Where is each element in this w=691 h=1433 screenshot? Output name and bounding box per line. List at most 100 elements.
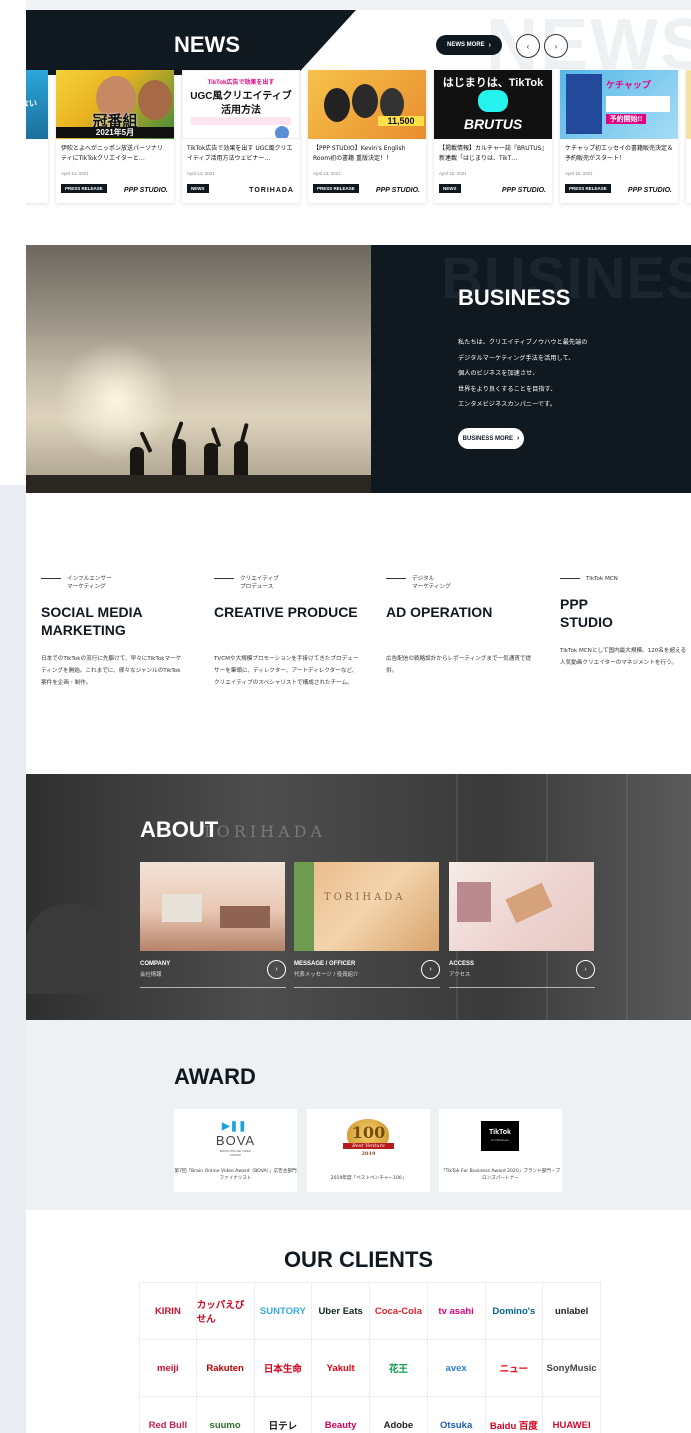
client-logo: 日本生命 [254,1340,313,1397]
chevron-left-icon: ‹ [526,41,530,51]
client-logo: Domino's [485,1283,544,1340]
news-more-button[interactable]: NEWS MORE › [436,35,502,55]
client-logo: Beauty [312,1397,370,1433]
client-logo: Yakult [312,1340,370,1397]
about-company-image[interactable] [140,862,285,951]
service-heading: CREATIVE PRODUCE [214,604,358,620]
about-title: ABOUT [140,817,219,842]
news-thumbnail: TikTok広告で効果を出す UGC風クリエイティブ 活用方法 [182,70,300,139]
play-icon: ▶❚❚ [222,1121,247,1132]
news-card-date: April 15, 2021 [439,171,467,176]
news-card[interactable] [686,70,691,203]
client-logo: 日テレ [255,1397,313,1433]
business-section: BUSINESS BUSINESS 私たちは、クリエイティブノウハウと最先端の … [26,245,691,493]
news-card-title: 【掲載情報】カルチャー誌『BRUTUS』新連載「はじまりは、TikT… [439,145,545,162]
service-description: 日本でのTikTokの流行に先駆けて、早々にTikTokマーケティングを開始。こ… [41,656,182,686]
news-card-tag: PRESS RELEASE [61,184,107,193]
client-logo-grid: KIRIN カッパえびせん SUNTORY Uber Eats Coca-Cola tv … [139,1282,601,1433]
client-logo: カッパえびせん [196,1283,255,1340]
business-more-button[interactable]: BUSINESS MORE › [458,428,524,449]
news-card-tag: NEWS [187,184,209,193]
news-section: NEWS NEWS NEWS MORE › ‹ › ない 2. 冠番組 2021… [26,10,691,220]
client-logo: unlabel [543,1283,601,1340]
news-card-title: TikTok広告で効果を出す UGC風クリエイティブ活用方法ウェビナー… [187,145,293,162]
about-access-image[interactable] [449,862,594,951]
client-logo: ニュー [485,1340,544,1397]
chevron-right-icon: › [576,960,595,979]
news-card-date: April 14, 2021 [187,171,215,176]
client-logo: SUNTORY [254,1283,313,1340]
service-heading: SOCIAL MEDIA MARKETING [41,604,143,638]
service-ad-operation[interactable]: デジタル マーケティング AD OPERATION 広告配信の戦略設計からレポーテ… [386,575,536,677]
news-prev-button[interactable]: ‹ [516,34,540,58]
service-heading: AD OPERATION [386,604,493,620]
client-logo: suumo [197,1397,255,1433]
service-creative-produce[interactable]: クリエイティブ プロデュース CREATIVE PRODUCE TVCMや大規模プ… [214,575,362,689]
service-ppp-studio[interactable]: TikTok MCN PPP STUDIO TikTok MCNとして国内最大規… [560,575,691,669]
client-logo: Otsuka [428,1397,486,1433]
news-card-title: ケチャップ初エッセイの書籍販売決定＆予約販売がスタート！ [565,145,673,162]
business-description: 私たちは、クリエイティブノウハウと最先端の デジタルマーケティング手法を活用して… [458,339,588,408]
news-card-title: 【PPP STUDIO】Kevin's English Room初の書籍 重版決… [313,145,406,162]
chevron-right-icon: › [554,41,558,51]
award-card-bova: ▶❚❚ BOVA BRAIN ONLINE VIDEO AWARD 第7回「Br… [174,1109,297,1192]
news-card-tag: PRESS RELEASE [565,184,611,193]
client-logo: Red Bull [139,1397,197,1433]
news-card-tag: PRESS RELEASE [313,184,359,193]
client-logo: Coca-Cola [370,1283,428,1340]
award-caption: 2019年度「ベストベンチャー100」 [330,1176,407,1181]
news-thumbnail: ない [26,70,48,139]
chevron-right-icon: › [267,960,286,979]
brand-logo: PPP STUDIO. [627,187,672,194]
brand-logo: PPP STUDIO. [375,187,420,194]
award-caption: 第7回「Brain Online Video Award（BOVA）」広告主部門… [174,1169,297,1181]
news-card[interactable]: ケチャップ 予約開始!! ケチャップ初エッセイの書籍販売決定＆予約販売がスタート… [560,70,678,203]
news-card[interactable]: ない 2. [26,70,48,203]
client-logo: tv asahi [427,1283,486,1340]
services-section: インフルエンサー マーケティング SOCIAL MEDIA MARKETING 日… [26,575,691,735]
page: NEWS NEWS NEWS MORE › ‹ › ない 2. 冠番組 2021… [26,10,691,1433]
award-section: AWARD ▶❚❚ BOVA BRAIN ONLINE VIDEO AWARD … [26,1020,691,1210]
about-message-image[interactable]: TORIHADA [294,862,439,951]
tiktok-logo: TikTok For Business [481,1121,519,1151]
about-access-link[interactable]: ACCESS アクセス › [449,960,595,988]
news-thumbnail [686,70,691,139]
news-thumbnail: 冠番組 2021年5月 [56,70,174,139]
news-card[interactable]: はじまりは、TikTok BRUTUS 【掲載情報】カルチャー誌『BRUTUS』… [434,70,552,203]
service-description: TikTok MCNとして国内最大規模。120名を超える人気動画クリエイターのマ… [560,648,687,666]
news-card-tag: NEWS [439,184,461,193]
chevron-right-icon: › [421,960,440,979]
service-description: 広告配信の戦略設計からレポーティングまで一気通貫で提供。 [386,656,532,674]
chevron-right-icon: › [488,41,491,49]
about-company-link[interactable]: COMPANY 会社情報 › [140,960,286,988]
brand-logo: TORIHADA [249,187,294,194]
news-more-label: NEWS MORE [446,42,485,48]
service-heading: PPP STUDIO [560,596,613,630]
clients-title: OUR CLIENTS [283,1247,434,1272]
bova-logo: BOVA [215,1133,256,1148]
news-thumbnail: 11,500 [308,70,426,139]
service-social-media-marketing[interactable]: インフルエンサー マーケティング SOCIAL MEDIA MARKETING 日… [41,575,183,689]
about-message-link[interactable]: MESSAGE / OFFICER 代表メッセージ / 役員紹介 › [294,960,440,988]
client-logo: Baidu 百度 [486,1397,544,1433]
news-card[interactable]: TikTok広告で効果を出す UGC風クリエイティブ 活用方法 TikTok広告… [182,70,300,203]
news-card[interactable]: 冠番組 2021年5月 伊吹とよへがニッポン放送パーソナリティにTikTokクリ… [56,70,174,203]
news-card[interactable]: 11,500 【PPP STUDIO】Kevin's English Room初… [308,70,426,203]
news-thumbnail: はじまりは、TikTok BRUTUS [434,70,552,139]
news-card-date: April 15, 2021 [565,171,593,176]
news-card-date: April 13, 2021 [313,171,341,176]
brand-logo: PPP STUDIO. [501,187,546,194]
client-logo: HUAWEI [543,1397,601,1433]
client-logo: SonyMusic [543,1340,601,1397]
business-more-label: BUSINESS MORE [462,435,513,442]
about-section: TORIHADA ABOUT TORIHADA COMPANY 会社情報 › M… [26,774,691,1020]
client-logo: Adobe [370,1397,428,1433]
news-carousel: ない 2. 冠番組 2021年5月 伊吹とよへがニッポン放送パーソナリティにTi… [26,70,691,203]
business-title: BUSINESS [458,285,571,310]
news-thumbnail: ケチャップ 予約開始!! [560,70,678,139]
client-logo: 花王 [370,1340,428,1397]
award-card-tiktok: TikTok For Business 「TikTok For Business… [439,1109,562,1192]
news-next-button[interactable]: › [544,34,568,58]
client-logo: Rakuten [196,1340,255,1397]
service-description: TVCMや大規模プロモーションを手掛けてきたプロデューサーを筆頭に、ディレクター… [214,656,359,686]
